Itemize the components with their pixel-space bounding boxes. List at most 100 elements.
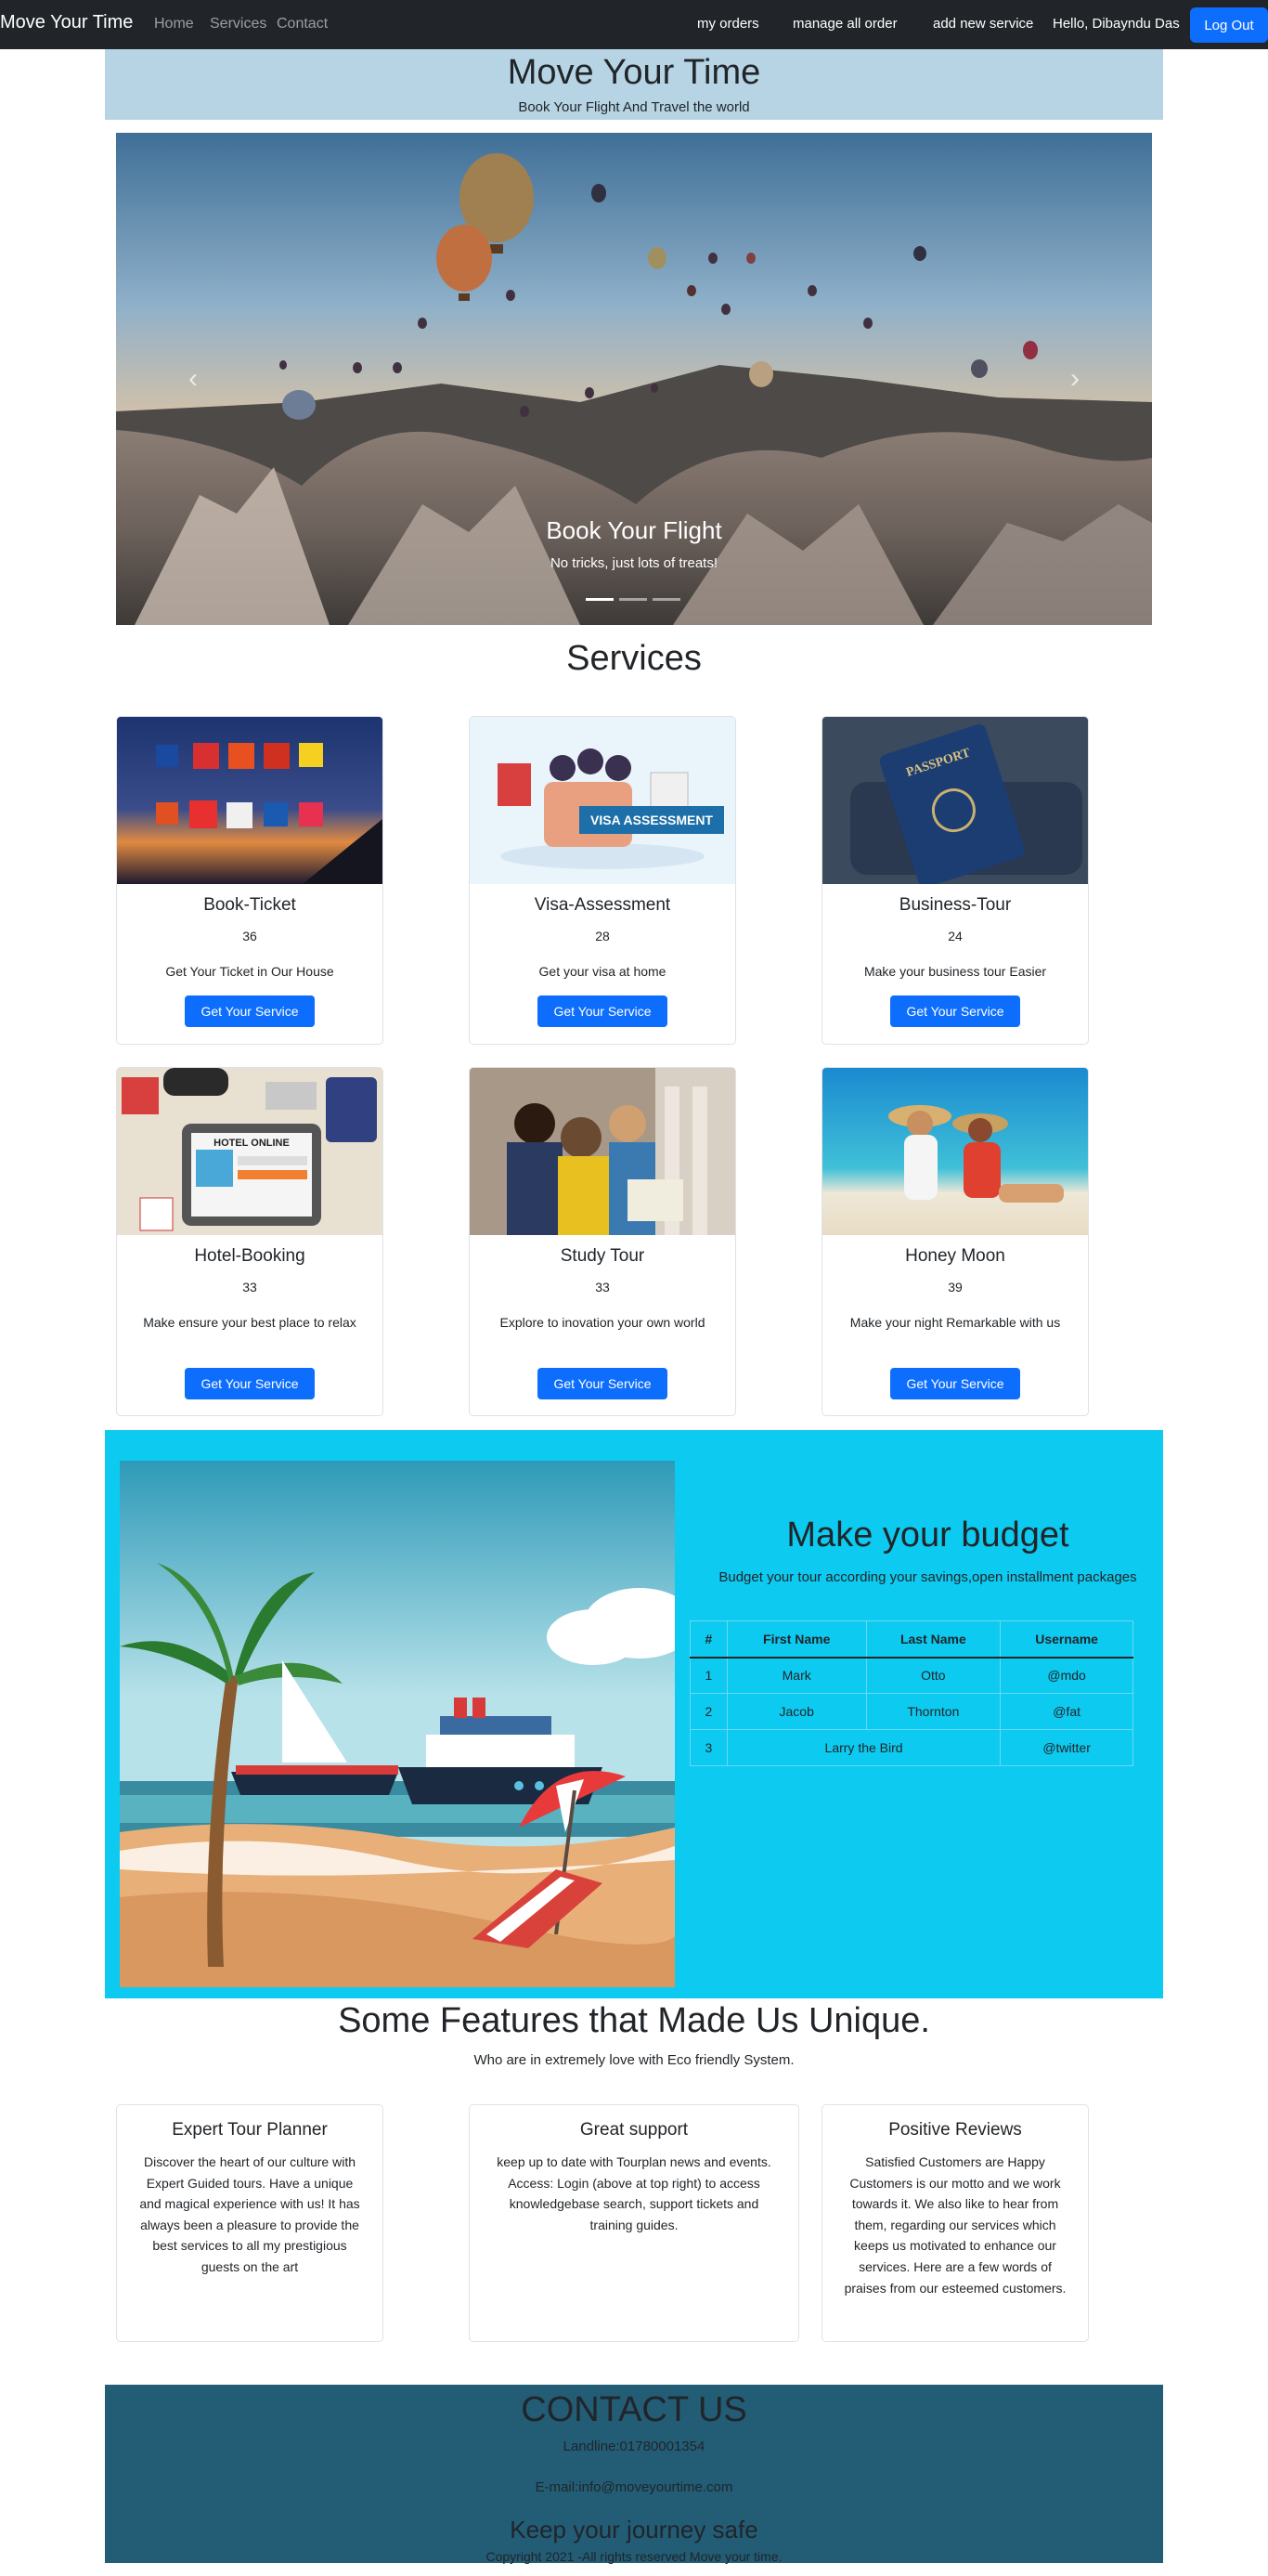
table-cell: Thornton (865, 1693, 1002, 1730)
contact-section: CONTACT US Landline:01780001354 E-mail:i… (105, 2385, 1163, 2564)
feature-card-expert-tour-planner: Expert Tour Planner Discover the heart o… (116, 2104, 383, 2342)
header-band: Move Your Time Book Your Flight And Trav… (105, 49, 1163, 120)
feature-text: Discover the heart of our culture with E… (139, 2154, 360, 2274)
table-cell: Larry the Bird (726, 1729, 1002, 1766)
contact-landline: Landline:01780001354 (563, 2439, 705, 2454)
budget-section: Make your budget Budget your tour accord… (105, 1430, 1163, 1998)
table-header-row: # First Name Last Name Username (690, 1620, 1133, 1659)
feature-text: Satisfied Customers are Happy Customers … (844, 2154, 1067, 2296)
visa-image-text: VISA ASSESSMENT (590, 813, 713, 827)
budget-subtitle: Budget your tour according your savings,… (718, 1569, 1137, 1585)
honey-moon-image (822, 1068, 1088, 1235)
hotel-image-text: HOTEL ONLINE (213, 1138, 290, 1149)
budget-table: # First Name Last Name Username 1 Mark O… (690, 1620, 1133, 1766)
add-new-service-link[interactable]: add new service (933, 16, 1033, 32)
feature-card-great-support: Great support keep up to date with Tourp… (469, 2104, 799, 2342)
card-description: Make your night Remarkable with us (849, 1315, 1061, 1330)
table-cell: 2 (690, 1693, 728, 1730)
carousel-indicator-2[interactable] (619, 598, 647, 601)
business-tour-image: PASSPORT (822, 717, 1088, 884)
carousel-caption-text: No tricks, just lots of treats! (550, 555, 718, 571)
card-description: Make your business tour Easier (863, 964, 1047, 979)
nav-services-link[interactable]: Services (210, 16, 266, 33)
card-count: 28 (595, 929, 610, 943)
card-title: Book-Ticket (203, 895, 296, 915)
service-card-study-tour: Study Tour 33 Explore to inovation your … (469, 1067, 736, 1416)
table-row: 1 Mark Otto @mdo (690, 1657, 1133, 1694)
column-header: Username (1000, 1620, 1133, 1659)
brand-link[interactable]: Move Your Time (0, 12, 133, 33)
features-title: Some Features that Made Us Unique. (338, 2001, 930, 2040)
hotel-booking-image: HOTEL ONLINE (117, 1068, 382, 1235)
card-title: Honey Moon (905, 1246, 1005, 1266)
carousel-prev-icon[interactable]: ‹ (179, 365, 207, 393)
table-cell: Mark (726, 1657, 867, 1694)
logout-button[interactable]: Log Out (1190, 7, 1268, 43)
table-cell: @mdo (1000, 1657, 1133, 1694)
card-count: 36 (242, 929, 257, 943)
service-card-business-tour: PASSPORT Business-Tour 24 Make your busi… (822, 716, 1089, 1045)
card-title: Visa-Assessment (534, 895, 671, 915)
features-subtitle: Who are in extremely love with Eco frien… (473, 2052, 795, 2068)
nav-contact-link[interactable]: Contact (277, 16, 328, 33)
my-orders-link[interactable]: my orders (697, 16, 759, 32)
page-subtitle: Book Your Flight And Travel the world (518, 99, 750, 115)
service-card-hotel-booking: HOTEL ONLINE Hotel-Booking 33 Make ensur… (116, 1067, 383, 1416)
column-header: Last Name (865, 1620, 1002, 1659)
feature-text: keep up to date with Tourplan news and e… (497, 2154, 771, 2232)
card-description: Make ensure your best place to relax (143, 1315, 356, 1330)
contact-subtitle: Keep your journey safe (510, 2516, 758, 2543)
service-card-honey-moon: Honey Moon 39 Make your night Remarkable… (822, 1067, 1089, 1416)
table-row: 3 Larry the Bird @twitter (690, 1729, 1133, 1766)
column-header: # (690, 1620, 728, 1659)
nav-home-link[interactable]: Home (154, 16, 194, 33)
feature-title: Great support (579, 2120, 689, 2140)
card-description: Get your visa at home (538, 964, 666, 979)
carousel-slide-image (116, 133, 1152, 625)
get-service-button[interactable]: Get Your Service (890, 1368, 1020, 1399)
card-count: 33 (595, 1280, 610, 1295)
carousel-caption-title: Book Your Flight (546, 516, 722, 544)
get-service-button[interactable]: Get Your Service (185, 1368, 315, 1399)
card-title: Hotel-Booking (194, 1246, 305, 1266)
navbar: Move Your Time Home Services Contact my … (0, 0, 1268, 49)
get-service-button[interactable]: Get Your Service (185, 995, 315, 1027)
card-description: Explore to inovation your own world (499, 1315, 705, 1330)
table-cell: Jacob (726, 1693, 867, 1730)
card-count: 24 (948, 929, 963, 943)
carousel-indicator-3[interactable] (653, 598, 680, 601)
hero-carousel: ‹ › Book Your Flight No tricks, just lot… (116, 133, 1152, 625)
copyright-text: Copyright 2021 -All rights reserved Move… (485, 2549, 783, 2564)
feature-card-positive-reviews: Positive Reviews Satisfied Customers are… (822, 2104, 1089, 2342)
carousel-indicator-1[interactable] (586, 598, 614, 601)
budget-title: Make your budget (786, 1516, 1069, 1555)
feature-title: Expert Tour Planner (172, 2120, 328, 2140)
services-title: Services (566, 639, 702, 678)
card-count: 39 (948, 1280, 963, 1295)
card-title: Business-Tour (899, 895, 1012, 915)
manage-all-order-link[interactable]: manage all order (793, 16, 898, 32)
service-card-visa-assessment: VISA ASSESSMENT Visa-Assessment 28 Get y… (469, 716, 736, 1045)
feature-title: Positive Reviews (888, 2120, 1022, 2140)
visa-assessment-image: VISA ASSESSMENT (470, 717, 735, 884)
card-description: Get Your Ticket in Our House (165, 964, 334, 979)
get-service-button[interactable]: Get Your Service (890, 995, 1020, 1027)
card-title: Study Tour (560, 1246, 645, 1266)
page-title: Move Your Time (507, 53, 761, 92)
table-cell: @fat (1000, 1693, 1133, 1730)
contact-title: CONTACT US (521, 2390, 747, 2429)
service-card-book-ticket: Book-Ticket 36 Get Your Ticket in Our Ho… (116, 716, 383, 1045)
study-tour-image (470, 1068, 735, 1235)
column-header: First Name (726, 1620, 867, 1659)
get-service-button[interactable]: Get Your Service (537, 1368, 667, 1399)
table-cell: 3 (690, 1729, 728, 1766)
table-row: 2 Jacob Thornton @fat (690, 1693, 1133, 1730)
get-service-button[interactable]: Get Your Service (537, 995, 667, 1027)
carousel-next-icon[interactable]: › (1061, 365, 1089, 393)
book-ticket-image (117, 717, 382, 884)
table-cell: Otto (865, 1657, 1002, 1694)
table-cell: @twitter (1000, 1729, 1133, 1766)
user-greeting: Hello, Dibayndu Das (1053, 16, 1180, 32)
contact-email: E-mail:info@moveyourtime.com (535, 2479, 733, 2495)
beach-illustration (120, 1461, 675, 1987)
